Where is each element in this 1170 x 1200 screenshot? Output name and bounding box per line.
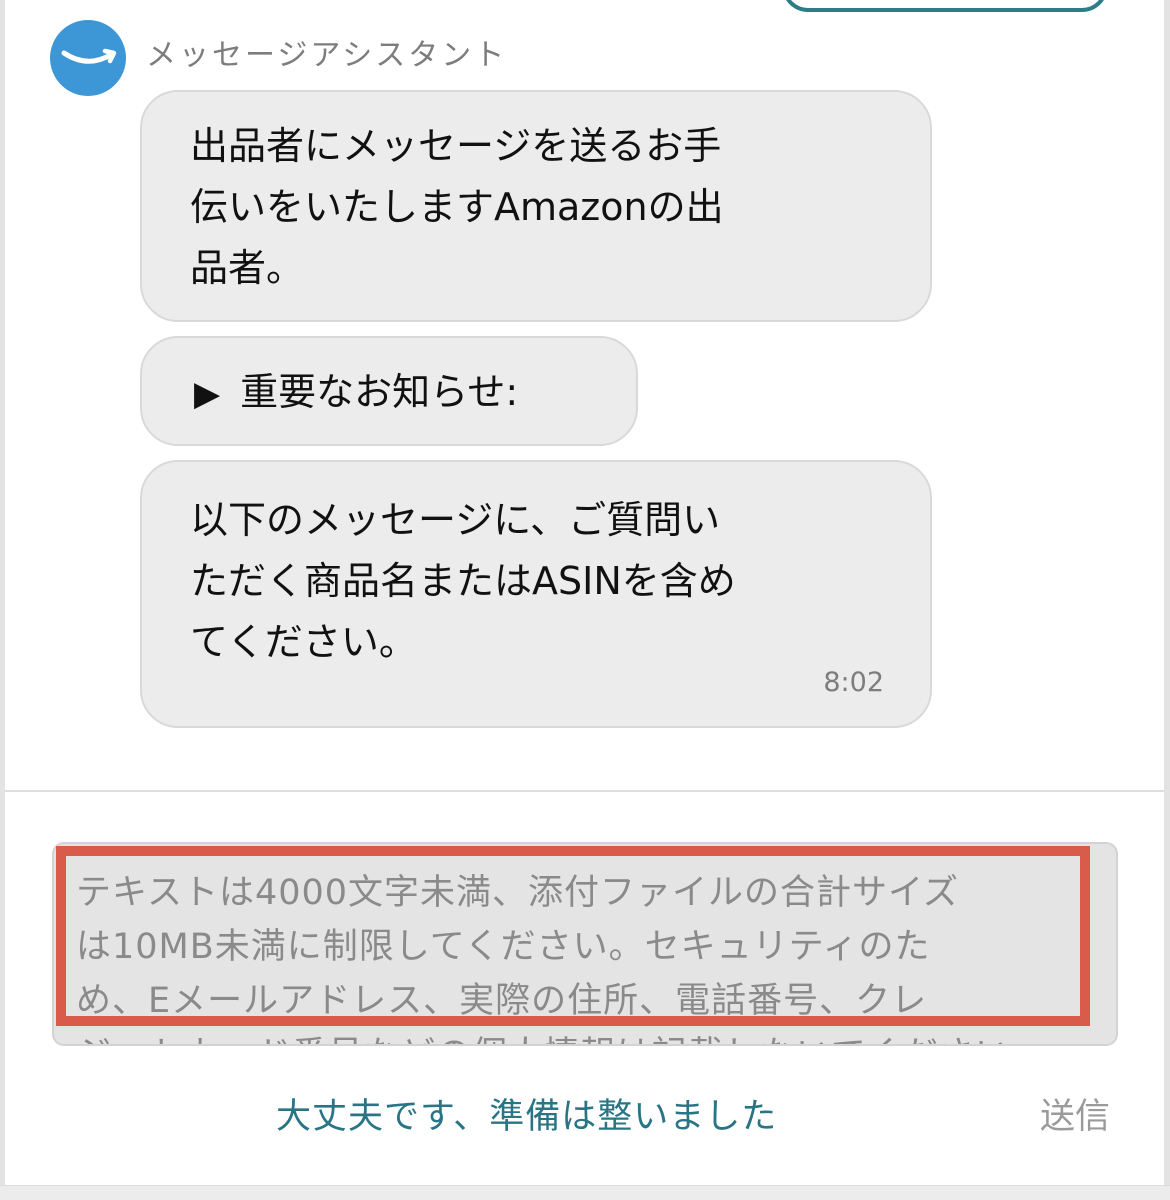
message-input-placeholder: テキストは4000文字未満、添付ファイルの合計サイズ は10MB未満に制限してく… bbox=[76, 866, 1116, 1044]
previous-reply-button[interactable] bbox=[782, 0, 1108, 12]
message-line: 品者。 bbox=[190, 246, 305, 290]
window-right-edge bbox=[1164, 0, 1170, 1200]
assistant-message-intro: 出品者にメッセージを送るお手 伝いをいたしますAmazonの出 品者。 bbox=[140, 90, 932, 322]
assistant-message-instruction: 以下のメッセージに、ご質問い ただく商品名またはASINを含め てください。 8… bbox=[140, 460, 932, 728]
assistant-name: メッセージアシスタント bbox=[146, 38, 508, 73]
message-input[interactable]: テキストは4000文字未満、添付ファイルの合計サイズ は10MB未満に制限してく… bbox=[52, 842, 1118, 1046]
message-line: てください。 bbox=[190, 620, 417, 664]
quick-reply-ready-button[interactable]: 大丈夫です、準備は整いました bbox=[276, 1088, 777, 1139]
window-left-edge bbox=[0, 0, 5, 1200]
placeholder-line: は10MB未満に制限してください。セキュリティのた bbox=[76, 927, 931, 967]
amazon-smile-logo-icon bbox=[61, 48, 117, 64]
important-notice-toggle[interactable]: ▶ 重要なお知らせ: bbox=[140, 336, 638, 446]
send-button[interactable]: 送信 bbox=[1040, 1088, 1110, 1139]
composer-divider bbox=[5, 790, 1164, 792]
message-line: 以下のメッセージに、ご質問い bbox=[190, 498, 721, 542]
important-notice-label: 重要なお知らせ: bbox=[240, 370, 519, 414]
assistant-avatar bbox=[50, 20, 126, 96]
message-line: 出品者にメッセージを送るお手 bbox=[190, 124, 722, 168]
triangle-right-icon: ▶ bbox=[194, 374, 221, 414]
message-line: ただく商品名またはASINを含め bbox=[190, 559, 736, 603]
message-timestamp: 8:02 bbox=[823, 667, 884, 698]
placeholder-line: ジットカード番号などの個人情報は記載しないでください。 bbox=[76, 1028, 1116, 1044]
placeholder-line: テキストは4000文字未満、添付ファイルの合計サイズ bbox=[76, 873, 959, 913]
window-bottom-edge bbox=[0, 1185, 1170, 1200]
message-line: 伝いをいたしますAmazonの出 bbox=[190, 185, 724, 229]
placeholder-line: め、Eメールアドレス、実際の住所、電話番号、クレ bbox=[76, 981, 928, 1021]
